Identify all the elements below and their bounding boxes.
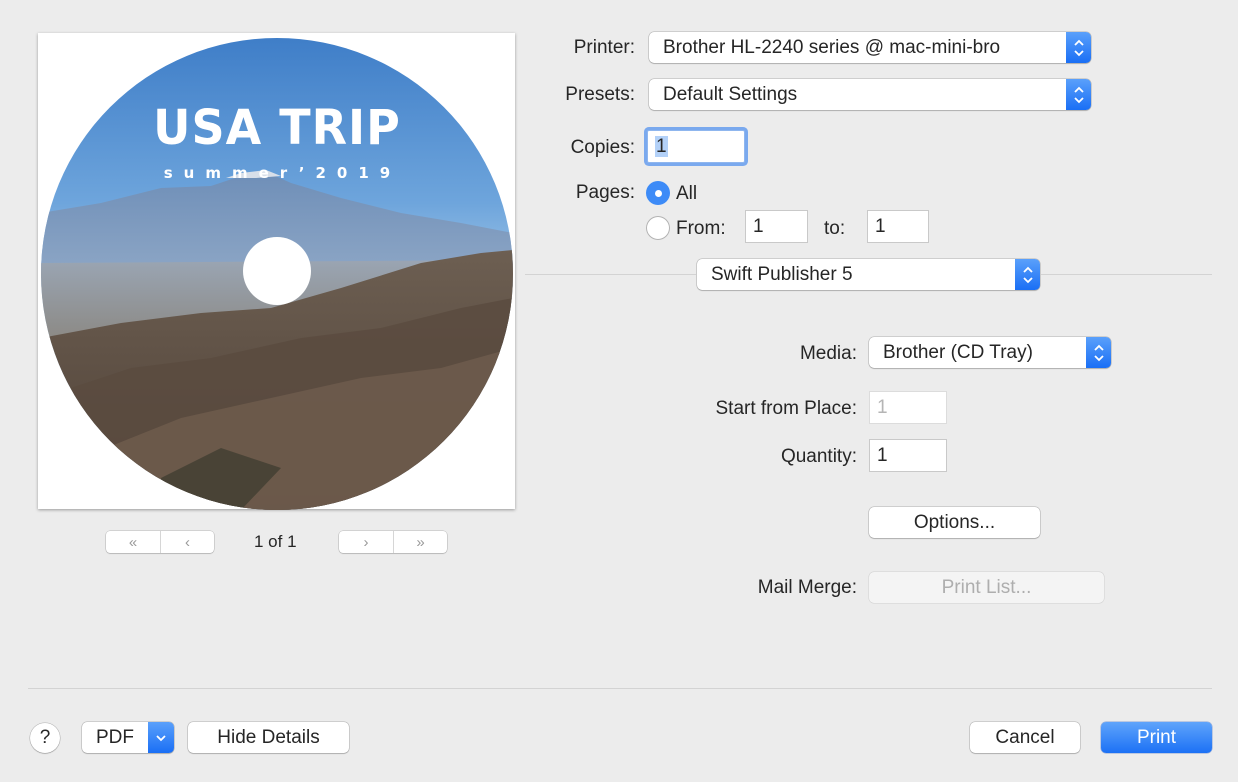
print-section-value: Swift Publisher 5 (711, 263, 853, 285)
chevron-left-icon: ‹ (185, 533, 190, 551)
pages-range-radio[interactable] (646, 216, 670, 240)
pages-to-field[interactable]: 1 (867, 210, 929, 243)
print-preview: USA TRIP summer’2019 (38, 33, 515, 510)
up-down-arrows-icon (1066, 79, 1091, 110)
printer-label: Printer: (573, 37, 635, 58)
media-label: Media: (799, 343, 857, 364)
pager-back-group: « ‹ (106, 531, 214, 553)
quantity-label: Quantity: (780, 446, 857, 467)
previous-page-button[interactable]: ‹ (160, 531, 214, 553)
pages-label: Pages: (575, 182, 635, 203)
pager-forward-group: › » (339, 531, 447, 553)
options-button[interactable]: Options... (869, 507, 1040, 538)
presets-popup[interactable]: Default Settings (649, 79, 1091, 110)
presets-label: Presets: (565, 84, 635, 105)
printer-value: Brother HL-2240 series @ mac-mini-bro (663, 36, 1001, 58)
start-from-place-field[interactable]: 1 (869, 391, 947, 424)
first-page-button[interactable]: « (106, 531, 160, 553)
print-section-popup[interactable]: Swift Publisher 5 (697, 259, 1040, 290)
print-button[interactable]: Print (1101, 722, 1212, 753)
quantity-field[interactable]: 1 (869, 439, 947, 472)
page-indicator: 1 of 1 (254, 532, 297, 551)
pages-from-field[interactable]: 1 (745, 210, 808, 243)
pages-all-label: All (676, 183, 698, 204)
footer-divider (28, 688, 1212, 689)
media-value: Brother (CD Tray) (883, 341, 1033, 363)
disc-subtitle: summer’2019 (163, 164, 402, 182)
help-button[interactable]: ? (30, 723, 60, 753)
copies-value: 1 (655, 136, 668, 157)
chevron-right-icon: › (363, 533, 369, 551)
section-divider-left (525, 274, 696, 275)
next-page-button[interactable]: › (339, 531, 393, 553)
section-divider-right (1041, 274, 1212, 275)
printer-popup[interactable]: Brother HL-2240 series @ mac-mini-bro (649, 32, 1091, 63)
pages-all-radio[interactable] (646, 181, 670, 205)
print-list-button[interactable]: Print List... (869, 572, 1104, 603)
presets-value: Default Settings (663, 83, 798, 105)
chevron-down-icon (148, 722, 174, 753)
pages-to-label: to: (824, 218, 846, 239)
mail-merge-label: Mail Merge: (757, 577, 857, 598)
question-mark-icon: ? (39, 727, 51, 748)
start-from-place-label: Start from Place: (715, 398, 858, 419)
double-chevron-right-icon: » (416, 533, 425, 551)
hide-details-button[interactable]: Hide Details (188, 722, 349, 753)
pages-from-label: From: (676, 218, 726, 239)
disc-center-hole (243, 237, 311, 305)
up-down-arrows-icon (1066, 32, 1091, 63)
copies-label: Copies: (570, 137, 635, 158)
pdf-label: PDF (96, 726, 134, 748)
pdf-menu-button[interactable]: PDF (82, 722, 174, 753)
double-chevron-left-icon: « (128, 533, 138, 551)
cd-label-preview: USA TRIP summer’2019 (41, 38, 513, 510)
copies-field[interactable]: 1 (647, 130, 745, 163)
up-down-arrows-icon (1015, 259, 1040, 290)
up-down-arrows-icon (1086, 337, 1111, 368)
media-popup[interactable]: Brother (CD Tray) (869, 337, 1111, 368)
last-page-button[interactable]: » (393, 531, 447, 553)
disc-title: USA TRIP (153, 98, 401, 156)
cancel-button[interactable]: Cancel (970, 722, 1080, 753)
